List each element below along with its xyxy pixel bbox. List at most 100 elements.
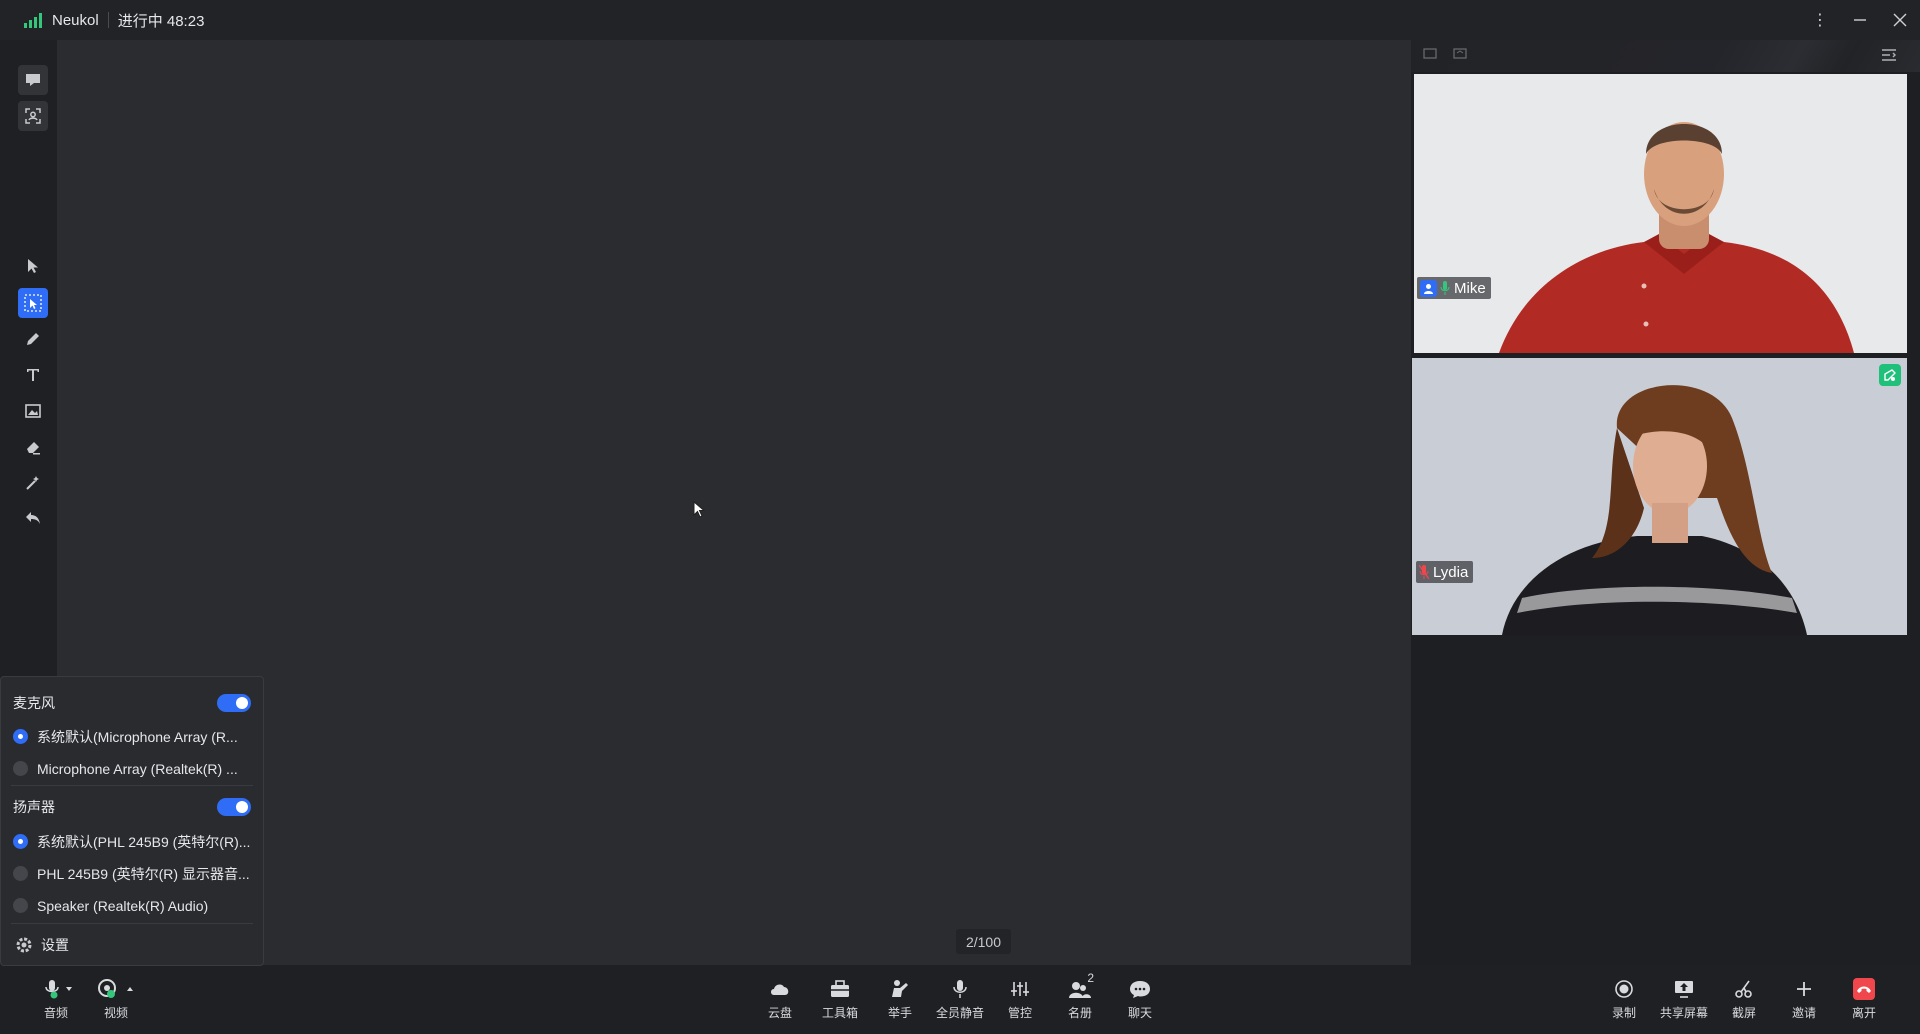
video-tile-lydia[interactable]: Lydia xyxy=(1412,358,1907,635)
collapse-panel-icon[interactable] xyxy=(1881,48,1897,65)
magic-wand-icon[interactable] xyxy=(18,468,48,498)
participant-nametag: Mike xyxy=(1417,277,1491,299)
manage-button[interactable]: 管控 xyxy=(992,976,1048,1026)
participant-name: Mike xyxy=(1454,279,1486,297)
undo-icon[interactable] xyxy=(18,503,48,533)
radio-unselected[interactable] xyxy=(13,761,28,776)
mic-active-icon xyxy=(1440,281,1450,295)
mute-all-label: 全员静音 xyxy=(935,1006,984,1020)
toolbox-button[interactable]: 工具箱 xyxy=(812,976,868,1026)
radio-selected[interactable] xyxy=(13,834,28,849)
sharing-status-icon xyxy=(1879,364,1901,386)
participant-nametag: Lydia xyxy=(1416,561,1474,583)
share-screen-button[interactable]: 共享屏幕 xyxy=(1656,976,1712,1026)
eraser-icon[interactable] xyxy=(18,432,48,462)
speaker-option[interactable]: Speaker (Realtek(R) Audio) xyxy=(1,894,263,918)
invite-button[interactable]: 邀请 xyxy=(1776,976,1832,1026)
scissors-icon xyxy=(1735,980,1752,998)
mic-option[interactable]: 系统默认(Microphone Array (R... xyxy=(1,725,263,749)
speaker-option-label: Speaker (Realtek(R) Audio) xyxy=(37,898,209,914)
roster-label: 名册 xyxy=(1067,1006,1092,1020)
minimize-icon[interactable] xyxy=(1840,0,1880,40)
participant-video-lydia xyxy=(1412,358,1907,635)
share-screen-icon xyxy=(1675,981,1693,998)
close-icon[interactable] xyxy=(1880,0,1920,40)
divider xyxy=(11,923,253,924)
text-icon[interactable] xyxy=(18,360,48,390)
video-button[interactable]: 视频 xyxy=(88,976,144,1026)
bottom-toolbar: 音频 视频 云盘 工具箱 举手 全员静音 管控 2 名册 聊天 录制 共享屏幕 … xyxy=(0,966,1920,1034)
more-icon[interactable]: ⋮ xyxy=(1800,0,1840,40)
speaker-option[interactable]: PHL 245B9 (英特尔(R) 显示器音... xyxy=(1,862,263,886)
mute-all-icon xyxy=(953,980,967,998)
video-panel: Mike Lydia xyxy=(1411,40,1920,965)
speaker-section-header: 扬声器 xyxy=(1,795,263,819)
cursor-icon xyxy=(693,500,713,526)
layout-switch-icon[interactable] xyxy=(1453,48,1467,63)
screenshot-label: 截屏 xyxy=(1731,1006,1756,1020)
audio-button[interactable]: 音频 xyxy=(28,976,84,1026)
raise-hand-button[interactable]: 举手 xyxy=(872,976,928,1026)
title-bar: Neukol 进行中 48:23 ⋮ xyxy=(0,0,1920,40)
video-label: 视频 xyxy=(103,1006,128,1020)
participant-video-mike xyxy=(1414,74,1907,353)
mute-all-button[interactable]: 全员静音 xyxy=(932,976,988,1026)
image-icon[interactable] xyxy=(18,396,48,426)
leave-button[interactable]: 离开 xyxy=(1836,976,1892,1026)
roster-button[interactable]: 2 名册 xyxy=(1052,971,1108,1026)
settings-label: 设置 xyxy=(41,937,69,953)
mic-section-label: 麦克风 xyxy=(13,695,55,711)
video-panel-header xyxy=(1411,40,1920,72)
screenshot-button[interactable]: 截屏 xyxy=(1716,976,1772,1026)
video-tile-mike[interactable]: Mike xyxy=(1414,74,1907,353)
microphone-icon xyxy=(45,980,72,999)
signal-icon xyxy=(24,12,42,28)
audio-device-popup: 麦克风 系统默认(Microphone Array (R... Micropho… xyxy=(0,676,264,966)
cloud-label: 云盘 xyxy=(767,1006,792,1020)
toolbox-label: 工具箱 xyxy=(821,1006,858,1020)
audio-label: 音频 xyxy=(43,1006,68,1020)
chat-icon xyxy=(1130,981,1150,998)
window-controls: ⋮ xyxy=(1800,0,1920,40)
divider xyxy=(11,785,253,786)
layout-grid-icon[interactable] xyxy=(1423,48,1437,63)
radio-selected[interactable] xyxy=(13,729,28,744)
roster-count: 2 xyxy=(1087,971,1094,985)
toolbox-icon xyxy=(831,980,849,997)
face-frame-icon[interactable] xyxy=(18,101,48,131)
raise-hand-icon xyxy=(892,980,908,997)
cloud-icon xyxy=(771,984,789,995)
mic-toggle[interactable] xyxy=(217,694,251,712)
meeting-status: 进行中 48:23 xyxy=(117,12,205,30)
plus-icon xyxy=(1797,982,1811,996)
participant-name: Lydia xyxy=(1433,563,1469,581)
speaker-option[interactable]: 系统默认(PHL 245B9 (英特尔(R)... xyxy=(1,830,263,854)
mic-option[interactable]: Microphone Array (Realtek(R) ... xyxy=(1,757,263,781)
title-divider xyxy=(107,12,109,28)
settings-item[interactable]: 设置 xyxy=(1,931,263,959)
mic-option-label: Microphone Array (Realtek(R) ... xyxy=(37,761,238,777)
invite-label: 邀请 xyxy=(1791,1006,1816,1020)
pointer-icon[interactable] xyxy=(18,251,48,281)
speaker-option-label: PHL 245B9 (英特尔(R) 显示器音... xyxy=(37,866,250,882)
chat-bubble-icon[interactable] xyxy=(18,65,48,95)
gear-icon xyxy=(15,936,33,957)
record-button[interactable]: 录制 xyxy=(1596,976,1652,1026)
radio-unselected[interactable] xyxy=(13,866,28,881)
chat-button[interactable]: 聊天 xyxy=(1112,976,1168,1026)
hang-up-icon xyxy=(1853,978,1875,1000)
sliders-icon xyxy=(1011,982,1029,996)
select-icon[interactable] xyxy=(18,288,48,318)
speaker-toggle[interactable] xyxy=(217,798,251,816)
page-counter: 2/100 xyxy=(956,929,1011,954)
pen-icon[interactable] xyxy=(18,324,48,354)
host-avatar-icon xyxy=(1420,279,1437,297)
app-name: Neukol xyxy=(52,11,99,29)
chat-label: 聊天 xyxy=(1127,1006,1152,1020)
record-label: 录制 xyxy=(1611,1006,1636,1020)
radio-unselected[interactable] xyxy=(13,898,28,913)
raise-hand-label: 举手 xyxy=(887,1006,912,1020)
speaker-section-label: 扬声器 xyxy=(13,799,55,815)
cloud-drive-button[interactable]: 云盘 xyxy=(752,976,808,1026)
share-screen-label: 共享屏幕 xyxy=(1659,1006,1708,1020)
